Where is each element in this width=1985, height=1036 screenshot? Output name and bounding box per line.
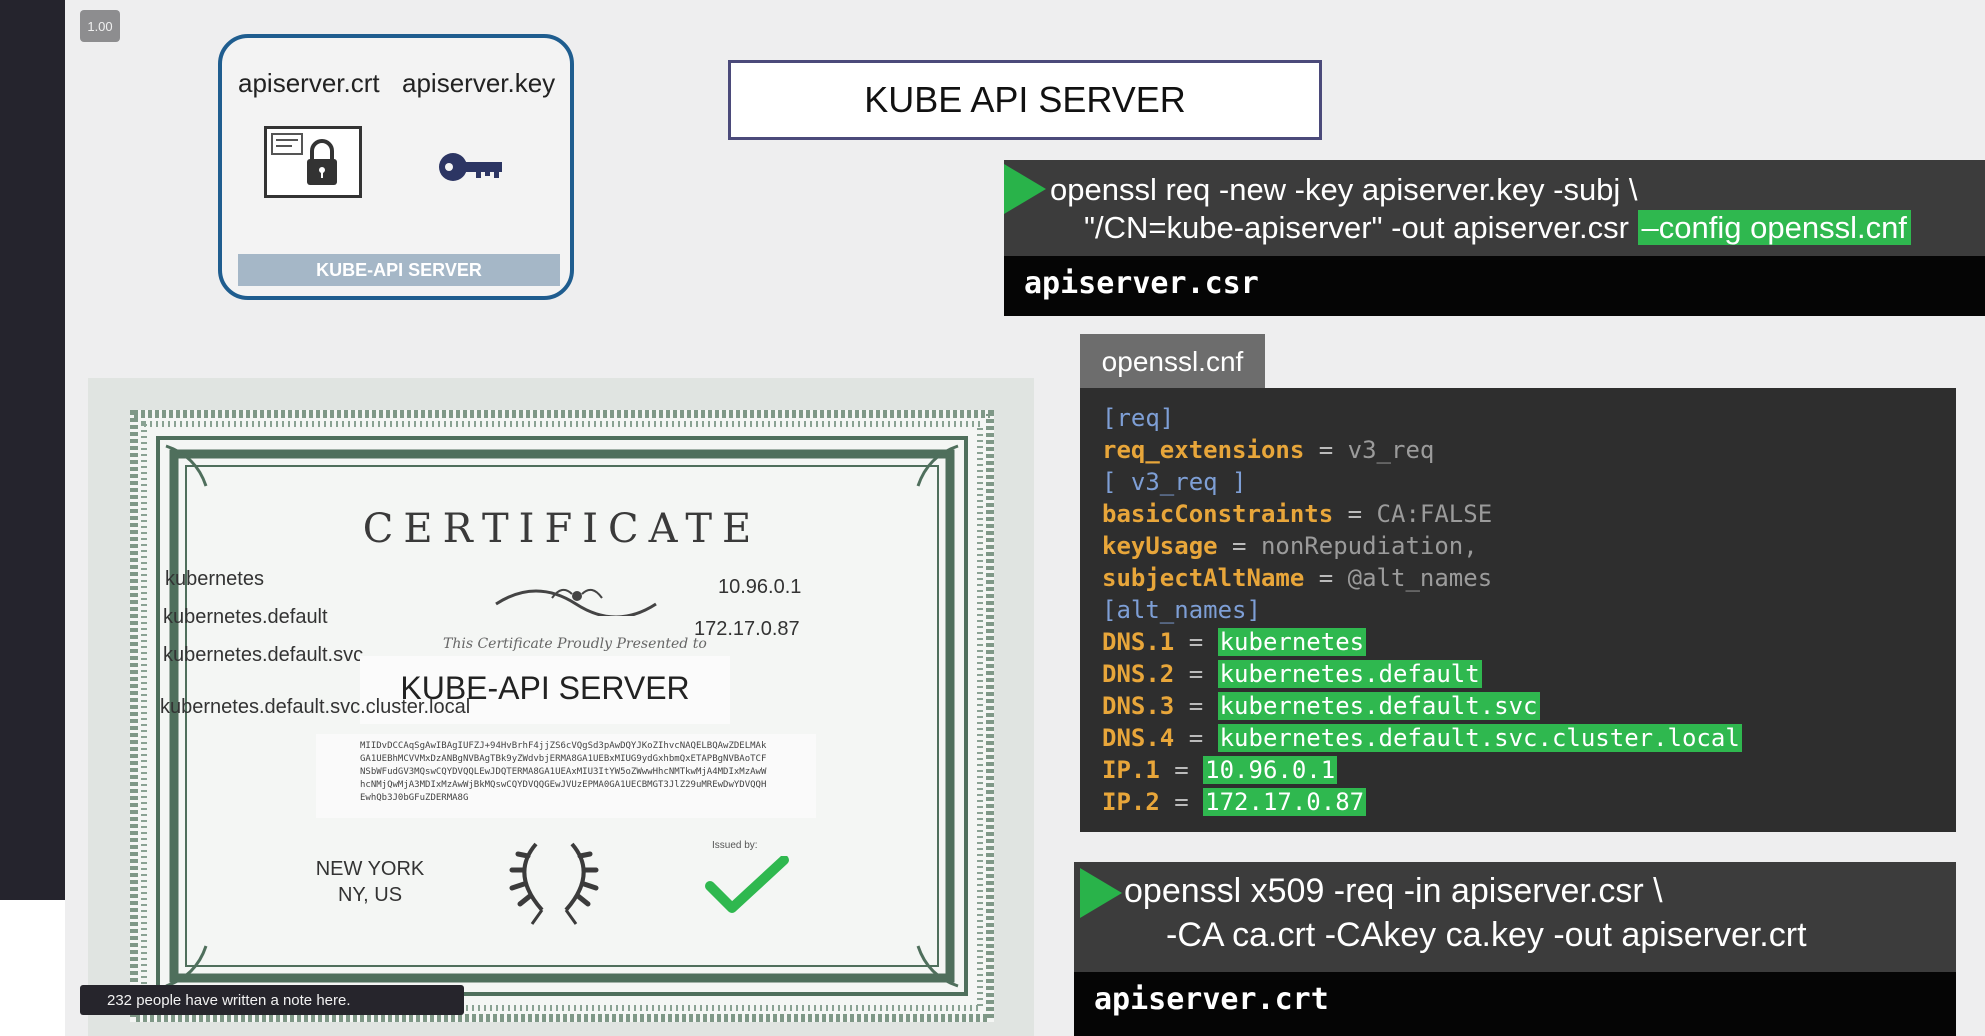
command-line-1: openssl req -new -key apiserver.key -sub… <box>1050 172 1638 207</box>
key-usage-value: nonRepudiation, <box>1260 532 1478 560</box>
entry-value: kubernetes <box>1217 628 1367 656</box>
openssl-x509-command: openssl x509 -req -in apiserver.csr \ -C… <box>1074 862 1956 972</box>
play-icon <box>1080 868 1122 918</box>
slide-title: KUBE API SERVER <box>728 60 1322 140</box>
entry-key: DNS.1 <box>1102 628 1175 656</box>
cnf-entry: DNS.4 = kubernetes.default.svc.cluster.l… <box>1102 724 1742 752</box>
entry-value: kubernetes.default <box>1217 660 1482 688</box>
cnf-line-san: subjectAltName = @alt_names <box>1102 564 1493 592</box>
req-extensions-key: req_extensions <box>1102 436 1305 464</box>
laurel-wreath-icon <box>509 842 599 925</box>
slide: apiserver.crt apiserver.key KUBE-API SER… <box>65 0 1985 1036</box>
entry-value: kubernetes.default.svc <box>1217 692 1540 720</box>
play-icon <box>1004 164 1046 214</box>
csr-output-text: apiserver.csr <box>1024 266 1259 301</box>
cnf-line-keyusage: keyUsage = nonRepudiation, <box>1102 532 1478 560</box>
v3-req-section: [ v3_req ] <box>1102 468 1247 496</box>
checkmark-icon <box>705 856 789 913</box>
alt-names-section: [alt_names] <box>1102 596 1261 624</box>
basic-constraints-key: basicConstraints <box>1102 500 1334 528</box>
notes-count-bar[interactable]: 232 people have written a note here. <box>80 985 464 1015</box>
cnf-line-alt-names: [alt_names] <box>1102 594 1261 626</box>
entry-value: 10.96.0.1 <box>1203 756 1338 784</box>
cnf-line-v3-req: [ v3_req ] <box>1102 466 1247 498</box>
cnf-entry: IP.2 = 172.17.0.87 <box>1102 788 1367 816</box>
command-line-1: openssl x509 -req -in apiserver.csr \ <box>1124 872 1663 910</box>
certificate-location: NEW YORK NY, US <box>280 856 460 908</box>
issued-by-label: Issued by: <box>712 840 758 851</box>
presented-line: This Certificate Proudly Presented to <box>443 636 707 652</box>
cnf-line-basic: basicConstraints = CA:FALSE <box>1102 500 1493 528</box>
entry-value: 172.17.0.87 <box>1203 788 1367 816</box>
crt-output: apiserver.crt <box>1074 972 1956 1036</box>
san-key: subjectAltName <box>1102 564 1305 592</box>
req-section: [req] <box>1102 404 1175 432</box>
left-sidebar-strip <box>0 0 65 900</box>
certificate-hash: MIIDvDCCAqSgAwIBAgIUFZJ+94HvBrhF4jjZS6cV… <box>360 741 767 803</box>
cert-name-1: kubernetes <box>165 568 264 590</box>
openssl-req-command: openssl req -new -key apiserver.key -sub… <box>1004 160 1985 256</box>
zoom-level-badge: 1.00 <box>80 10 120 42</box>
certificate-lock-icon <box>264 126 362 203</box>
cert-name-3: kubernetes.default.svc <box>163 644 364 666</box>
openssl-cnf-file: [req] req_extensions = v3_req [ v3_req ]… <box>1080 388 1956 832</box>
location-line-1: NEW YORK <box>315 858 425 880</box>
certificate-title: CERTIFICATE <box>362 506 762 552</box>
flourish-ornament <box>495 588 657 616</box>
cnf-entry: DNS.1 = kubernetes <box>1102 628 1367 656</box>
entry-key: DNS.2 <box>1102 660 1175 688</box>
key-usage-key: keyUsage <box>1102 532 1218 560</box>
cert-name-2: kubernetes.default <box>163 606 328 628</box>
cnf-entry: DNS.2 = kubernetes.default <box>1102 660 1482 688</box>
key-label: apiserver.key <box>402 68 556 98</box>
cnf-line-req: [req] <box>1102 402 1174 434</box>
entry-key: DNS.3 <box>1102 692 1175 720</box>
cnf-entry: DNS.3 = kubernetes.default.svc <box>1102 692 1540 720</box>
cert-ip-2: 172.17.0.87 <box>694 618 800 640</box>
entry-key: IP.1 <box>1102 756 1160 784</box>
command-line-2: -CA ca.crt -CAkey ca.key -out apiserver.… <box>1166 916 1807 954</box>
entry-key: DNS.4 <box>1102 724 1175 752</box>
entry-value: kubernetes.default.svc.cluster.local <box>1217 724 1742 752</box>
apiserver-keypair-card: apiserver.crt apiserver.key KUBE-API SER… <box>218 34 574 300</box>
config-highlight: –config openssl.cnf <box>1637 210 1911 245</box>
openssl-cnf-tab: openssl.cnf <box>1080 334 1265 390</box>
cert-name-4: kubernetes.default.svc.cluster.local <box>160 696 471 718</box>
key-icon <box>438 150 504 189</box>
entry-key: IP.2 <box>1102 788 1160 816</box>
san-value: @alt_names <box>1347 564 1493 592</box>
command-line-2-text: "/CN=kube-apiserver" -out apiserver.csr <box>1084 210 1638 245</box>
command-line-2: "/CN=kube-apiserver" -out apiserver.csr … <box>1084 210 1911 246</box>
req-extensions-value: v3_req <box>1347 436 1435 464</box>
location-line-2: NY, US <box>337 884 403 906</box>
certificate: CERTIFICATE kubernetes kubernetes.defaul… <box>130 410 994 1022</box>
csr-output: apiserver.csr <box>1004 256 1985 316</box>
cnf-line-req-extensions: req_extensions = v3_req <box>1102 436 1435 464</box>
basic-constraints-value: CA:FALSE <box>1376 500 1493 528</box>
cert-ip-1: 10.96.0.1 <box>718 576 802 598</box>
crt-output-text: apiserver.crt <box>1094 982 1329 1017</box>
cnf-entry: IP.1 = 10.96.0.1 <box>1102 756 1338 784</box>
kube-api-server-label: KUBE-API SERVER <box>238 254 560 286</box>
crt-label: apiserver.crt <box>238 68 380 98</box>
